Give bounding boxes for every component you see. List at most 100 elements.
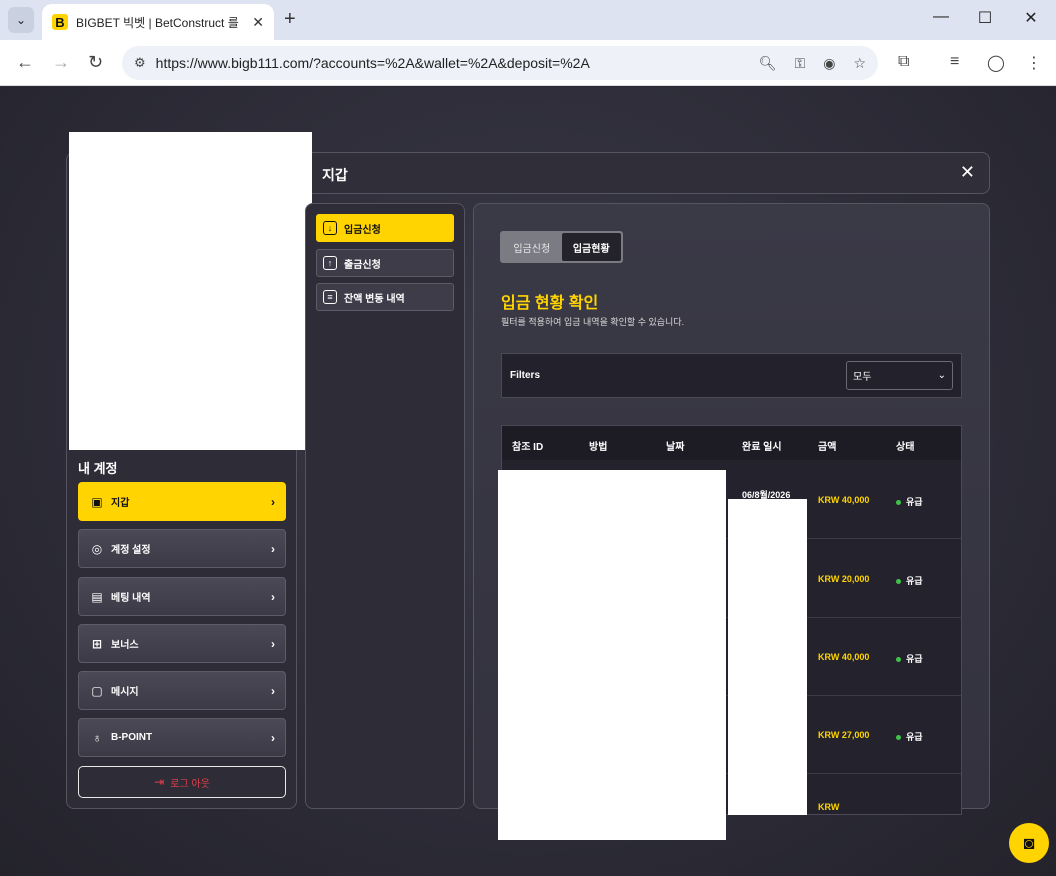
new-tab-button[interactable]: + xyxy=(284,8,296,31)
wallet-menu-label: 출금신청 xyxy=(344,259,381,271)
filter-selected-value: 모두 xyxy=(853,372,872,383)
chevron-right-icon: › xyxy=(271,589,275,604)
status-dot xyxy=(896,500,901,506)
chevron-right-icon: › xyxy=(271,494,275,509)
column-header: 금액 xyxy=(818,442,837,453)
chevron-right-icon: › xyxy=(271,636,275,651)
browser-tab[interactable]: B BIGBET 빅벳 | BetConstruct 를 ✕ xyxy=(42,4,274,40)
chat-bubble-icon: ◙ xyxy=(1023,832,1035,853)
user-icon: ◎ xyxy=(91,541,103,556)
reload-icon[interactable]: ↻ xyxy=(88,52,103,73)
bulb-icon: ♁ xyxy=(92,730,102,745)
account-item-label: 베팅 내역 xyxy=(111,593,151,604)
receipt-icon: ▤ xyxy=(91,589,103,604)
status-text: 유급 xyxy=(906,654,923,664)
wallet-menu-label: 잔액 변동 내역 xyxy=(344,293,405,305)
wallet-menu-balance-history[interactable]: ≡ 잔액 변동 내역 xyxy=(316,283,454,311)
account-item-settings[interactable]: ◎ 계정 설정 › xyxy=(78,529,286,568)
status-badge: 유급 xyxy=(896,574,923,587)
filter-select[interactable]: 모두 ⌄ xyxy=(846,361,953,390)
maximize-button[interactable]: ☐ xyxy=(970,8,1000,28)
status-dot xyxy=(896,735,901,741)
modal-header: 지갑 ✕ xyxy=(312,152,990,194)
amount: KRW 20,000 xyxy=(818,574,870,584)
column-header: 상태 xyxy=(896,442,915,453)
status-badge: 유급 xyxy=(896,652,923,665)
status-dot xyxy=(896,657,901,663)
close-icon[interactable]: ✕ xyxy=(960,162,975,183)
password-key-icon[interactable]: ⚿ xyxy=(795,55,806,72)
wallet-menu-deposit[interactable]: ↓ 입금신청 xyxy=(316,214,454,242)
wallet-icon: ▣ xyxy=(91,494,103,509)
account-item-label: 계정 설정 xyxy=(111,545,151,556)
status-text: 유급 xyxy=(906,497,923,507)
wallet-menu-withdraw[interactable]: ↑ 출금신청 xyxy=(316,249,454,277)
window-close-button[interactable]: ✕ xyxy=(1016,8,1046,28)
section-title: 입금 현황 확인 xyxy=(501,295,599,312)
back-icon[interactable]: ← xyxy=(16,52,34,73)
chevron-right-icon: › xyxy=(271,730,275,745)
logout-icon: ⇥ xyxy=(154,775,165,789)
site-favicon: B xyxy=(52,14,68,30)
profile-icon[interactable]: ◯ xyxy=(987,53,1005,73)
filters-bar: Filters 모두 ⌄ xyxy=(501,353,962,398)
redacted-block xyxy=(728,499,807,815)
tab-search-button[interactable]: ⌄ xyxy=(8,7,34,33)
logout-label: 로그 아웃 xyxy=(170,778,210,790)
tab-close-icon[interactable]: ✕ xyxy=(252,14,264,31)
message-icon: ▢ xyxy=(91,683,103,698)
status-dot xyxy=(896,579,901,585)
account-item-wallet[interactable]: ▣ 지갑 › xyxy=(78,482,286,521)
amount: KRW 27,000 xyxy=(818,730,870,740)
minimize-button[interactable]: — xyxy=(926,8,956,26)
amount: KRW xyxy=(818,802,840,812)
column-header: 완료 일시 xyxy=(742,442,782,453)
extensions-icon[interactable]: ⧉ xyxy=(898,53,909,71)
status-text: 유급 xyxy=(906,576,923,586)
chevron-down-icon: ⌄ xyxy=(937,370,946,381)
download-icon: ↓ xyxy=(323,221,337,235)
upload-icon: ↑ xyxy=(323,256,337,270)
chevron-right-icon: › xyxy=(271,541,275,556)
tab-title: BIGBET 빅벳 | BetConstruct 를 xyxy=(76,15,239,30)
status-badge: 유급 xyxy=(896,730,923,743)
table-header: 참조 ID 방법 날짜 완료 일시 금액 상태 xyxy=(502,426,961,460)
media-controls-icon[interactable]: ≡ xyxy=(950,53,959,71)
column-header: 날짜 xyxy=(666,442,685,453)
redacted-block xyxy=(69,132,312,450)
filters-label: Filters xyxy=(510,370,541,381)
column-header: 참조 ID xyxy=(512,442,544,453)
chevron-right-icon: › xyxy=(271,683,275,698)
account-item-bpoint[interactable]: ♁ B-POINT › xyxy=(78,718,286,757)
eye-off-icon[interactable]: ◉ xyxy=(823,55,835,72)
site-info-icon[interactable]: ⚙ xyxy=(134,55,146,71)
bookmark-star-icon[interactable]: ☆ xyxy=(853,55,866,72)
account-item-messages[interactable]: ▢ 메시지 › xyxy=(78,671,286,710)
account-item-label: 메시지 xyxy=(111,687,139,698)
modal-title: 지갑 xyxy=(322,167,348,183)
wallet-menu-label: 입금신청 xyxy=(344,224,381,236)
address-bar[interactable]: ⚙ https://www.bigb111.com/?accounts=%2A&… xyxy=(122,46,878,80)
browser-toolbar: ← → ↻ ⚙ https://www.bigb111.com/?account… xyxy=(0,40,1056,86)
deposit-segmented-control: 입금신청 입금현황 xyxy=(500,231,623,263)
column-header: 방법 xyxy=(589,442,608,453)
segment-deposit-status[interactable]: 입금현황 xyxy=(561,233,621,261)
account-item-bonus[interactable]: ⊞ 보너스 › xyxy=(78,624,286,663)
amount: KRW 40,000 xyxy=(818,495,870,505)
redacted-block xyxy=(498,470,726,840)
url-text[interactable]: https://www.bigb111.com/?accounts=%2A&wa… xyxy=(156,55,741,71)
logout-button[interactable]: ⇥ 로그 아웃 xyxy=(78,766,286,798)
segment-deposit-request[interactable]: 입금신청 xyxy=(502,233,562,261)
zoom-icon[interactable]: 🔍︎ xyxy=(759,55,777,72)
menu-kebab-icon[interactable]: ⋮ xyxy=(1026,53,1042,73)
forward-icon[interactable]: → xyxy=(52,52,70,73)
section-subtitle: 필터를 적용하여 입금 내역을 확인할 수 있습니다. xyxy=(501,317,685,327)
gift-icon: ⊞ xyxy=(91,636,103,651)
account-item-label: 지갑 xyxy=(111,498,130,509)
amount: KRW 40,000 xyxy=(818,652,870,662)
account-title: 내 계정 xyxy=(78,461,118,476)
account-item-label: B-POINT xyxy=(111,732,153,743)
status-text: 유급 xyxy=(906,732,923,742)
chat-support-button[interactable]: ◙ xyxy=(1009,823,1049,863)
account-item-bet-history[interactable]: ▤ 베팅 내역 › xyxy=(78,577,286,616)
